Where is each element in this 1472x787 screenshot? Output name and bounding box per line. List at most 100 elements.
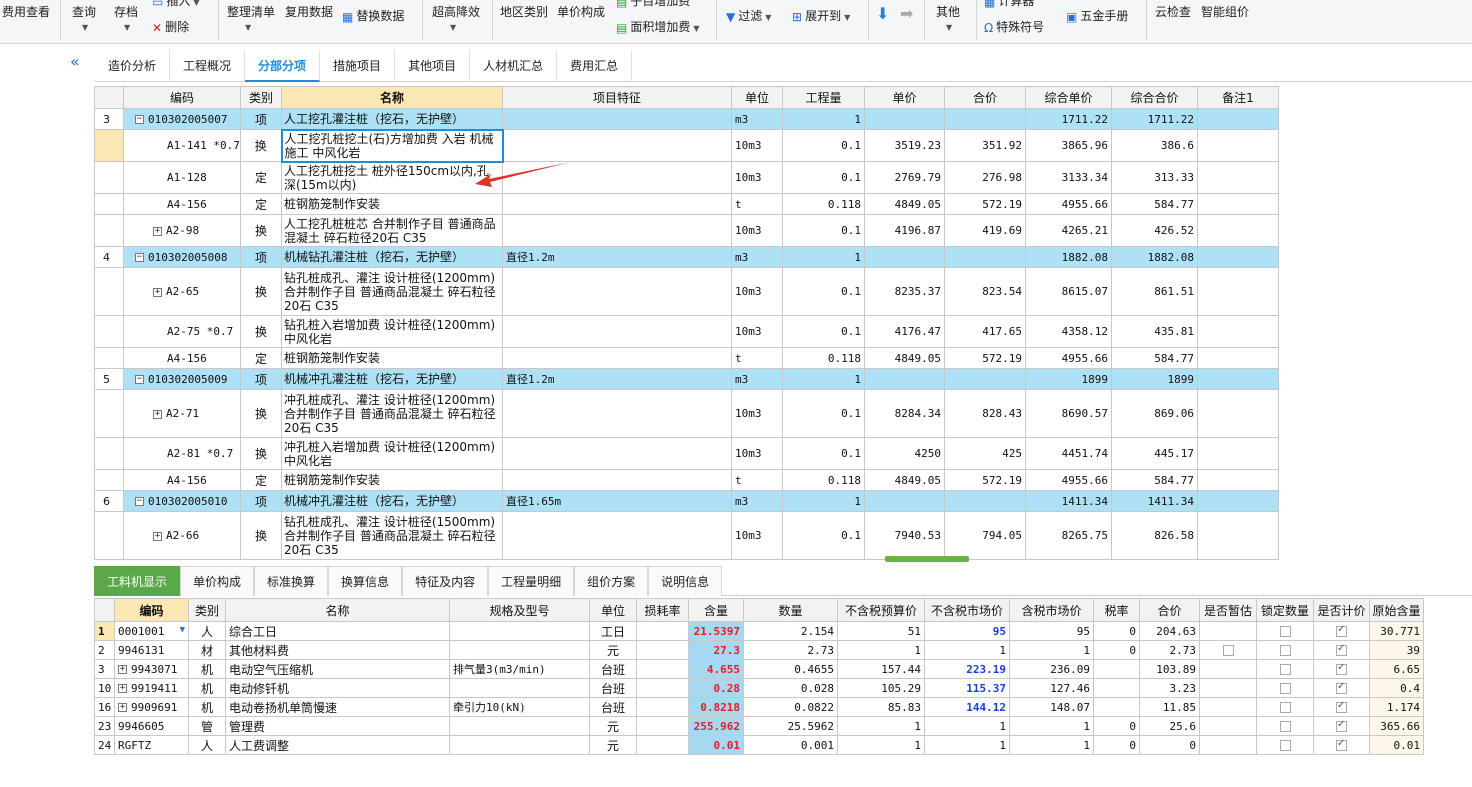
height-reduction-button[interactable]: 超高降效 ▼ xyxy=(432,5,480,35)
unit-price-composition-button[interactable]: 单价构成 xyxy=(557,5,605,19)
remark-cell[interactable] xyxy=(1197,368,1279,390)
feature-cell[interactable]: 直径1.2m xyxy=(502,246,732,268)
name-cell[interactable]: 钻孔桩入岩增加费 设计桩径(1200mm) 中风化岩 xyxy=(281,315,503,348)
quota-row[interactable]: A1-128 定人工挖孔桩挖土 桩外径150cm以内,孔深(15m以内) 10m3 0… xyxy=(94,161,1279,194)
bill-item-row[interactable]: 6−010302005010 项机械冲孔灌注桩（挖石，无护壁） 直径1.65m m3 1… xyxy=(94,490,1279,512)
spec-cell[interactable]: 牵引力10(kN) xyxy=(449,697,590,717)
tab-unit-price-composition[interactable]: 单价构成 xyxy=(180,566,255,596)
quantity-cell[interactable]: 0.118 xyxy=(782,469,865,491)
code-cell[interactable]: + A2-71 xyxy=(123,389,241,438)
quota-row[interactable]: A2-81 *0.7 换冲孔桩入岩增加费 设计桩径(1200mm) 中风化岩 10m… xyxy=(94,437,1279,470)
type-cell[interactable]: 人 xyxy=(188,735,226,755)
name-cell[interactable]: 人工挖孔桩挖土 桩外径150cm以内,孔深(15m以内) xyxy=(281,161,503,194)
composite-total-cell[interactable]: 1711.22 xyxy=(1111,108,1198,130)
estimate-cell[interactable] xyxy=(1199,621,1257,641)
lock-checkbox[interactable] xyxy=(1279,626,1291,637)
unit-cell[interactable]: t xyxy=(731,347,783,369)
fee-view-button[interactable]: 费用查看 xyxy=(2,5,50,19)
code-cell[interactable]: A4-156 xyxy=(123,347,241,369)
original-content-cell[interactable]: 0.4 xyxy=(1369,678,1424,698)
quota-row[interactable]: A4-156 定桩钢筋笼制作安装 t 0.118 4849.05 572.19 4955.6… xyxy=(94,469,1279,491)
resource-row[interactable]: 16 +9909691 机电动卷扬机单筒慢速 牵引力10(kN) 台班 0.8218 0.0… xyxy=(94,697,1424,717)
type-cell[interactable]: 定 xyxy=(240,161,282,194)
type-cell[interactable]: 项 xyxy=(240,368,282,390)
name-cell[interactable]: 人工挖孔桩挖土(石)方增加费 入岩 机械施工 中风化岩 xyxy=(280,128,504,163)
code-cell[interactable]: −010302005007 xyxy=(123,108,241,130)
type-cell[interactable]: 管 xyxy=(188,716,226,736)
market-price-cell[interactable]: 1 xyxy=(924,735,1010,755)
col-budget-price[interactable]: 不含税预算价 xyxy=(837,598,925,622)
quota-row[interactable]: A2-75 *0.7 换钻孔桩入岩增加费 设计桩径(1200mm) 中风化岩 10m… xyxy=(94,315,1279,348)
type-cell[interactable]: 换 xyxy=(240,389,282,438)
col-is-priced[interactable]: 是否计价 xyxy=(1313,598,1370,622)
quantity-cell[interactable]: 0.1 xyxy=(782,214,865,247)
estimate-cell[interactable] xyxy=(1199,678,1257,698)
col-type[interactable]: 类别 xyxy=(240,86,282,109)
total-cell[interactable]: 25.6 xyxy=(1139,716,1200,736)
row-index[interactable]: 10 xyxy=(94,678,115,698)
col-lock-quantity[interactable]: 锁定数量 xyxy=(1256,598,1314,622)
tab-pricing-scheme[interactable]: 组价方案 xyxy=(574,566,649,596)
original-content-cell[interactable]: 39 xyxy=(1369,640,1424,660)
type-cell[interactable]: 项 xyxy=(240,246,282,268)
row-index[interactable] xyxy=(94,389,124,438)
tax-market-price-cell[interactable]: 148.07 xyxy=(1009,697,1094,717)
row-index[interactable]: 3 xyxy=(94,659,115,679)
col-total[interactable]: 合价 xyxy=(1139,598,1200,622)
quantity-cell[interactable]: 0.1 xyxy=(782,315,865,348)
quantity-cell[interactable]: 0.1 xyxy=(782,511,865,560)
tab-labor-material-machine[interactable]: 工料机显示 xyxy=(94,566,181,596)
quota-row[interactable]: + A2-65 换钻孔桩成孔、灌注 设计桩径(1200mm) 合并制作子目 普通商品… xyxy=(94,267,1279,316)
row-index[interactable]: 16 xyxy=(94,697,115,717)
market-price-cell[interactable]: 95 xyxy=(924,621,1010,641)
name-cell[interactable]: 电动修钎机 xyxy=(225,678,450,698)
type-cell[interactable]: 换 xyxy=(240,315,282,348)
feature-cell[interactable] xyxy=(502,511,732,560)
tax-rate-cell[interactable]: 0 xyxy=(1093,735,1140,755)
col-spec[interactable]: 规格及型号 xyxy=(449,598,590,622)
original-content-cell[interactable]: 1.174 xyxy=(1369,697,1424,717)
remark-cell[interactable] xyxy=(1197,161,1279,194)
unit-cell[interactable]: m3 xyxy=(731,368,783,390)
budget-price-cell[interactable]: 1 xyxy=(837,716,925,736)
type-cell[interactable]: 定 xyxy=(240,347,282,369)
name-cell[interactable]: 桩钢筋笼制作安装 xyxy=(281,347,503,369)
spec-cell[interactable] xyxy=(449,716,590,736)
name-cell[interactable]: 钻孔桩成孔、灌注 设计桩径(1500mm) 合并制作子目 普通商品混凝土 碎石粒… xyxy=(281,511,503,560)
composite-unit-price-cell[interactable]: 4955.66 xyxy=(1025,347,1112,369)
col-is-estimate[interactable]: 是否暂估 xyxy=(1199,598,1257,622)
unit-cell[interactable]: m3 xyxy=(731,108,783,130)
tax-market-price-cell[interactable]: 1 xyxy=(1009,735,1094,755)
total-price-cell[interactable]: 572.19 xyxy=(944,193,1026,215)
tab-project-overview[interactable]: 工程概况 xyxy=(170,50,246,82)
composite-total-cell[interactable]: 826.58 xyxy=(1111,511,1198,560)
unit-cell[interactable]: t xyxy=(731,469,783,491)
lock-checkbox[interactable] xyxy=(1279,721,1291,732)
row-index[interactable] xyxy=(94,347,124,369)
composite-total-cell[interactable]: 869.06 xyxy=(1111,389,1198,438)
col-total-price[interactable]: 合价 xyxy=(944,86,1026,109)
composite-unit-price-cell[interactable]: 8265.75 xyxy=(1025,511,1112,560)
tax-market-price-cell[interactable]: 236.09 xyxy=(1009,659,1094,679)
feature-cell[interactable] xyxy=(502,214,732,247)
unit-cell[interactable]: m3 xyxy=(731,490,783,512)
unit-cell[interactable]: 10m3 xyxy=(731,161,783,194)
delete-button[interactable]: ✕ 删除 xyxy=(152,20,189,35)
priced-cell[interactable] xyxy=(1313,697,1370,717)
unit-price-cell[interactable]: 3519.23 xyxy=(864,129,945,162)
code-cell[interactable]: + A2-66 xyxy=(123,511,241,560)
tab-standard-conversion[interactable]: 标准换算 xyxy=(254,566,329,596)
tab-description[interactable]: 说明信息 xyxy=(648,566,723,596)
priced-cell[interactable] xyxy=(1313,659,1370,679)
composite-total-cell[interactable]: 386.6 xyxy=(1111,129,1198,162)
bill-item-row[interactable]: 4−010302005008 项机械钻孔灌注桩（挖石，无护壁） 直径1.2m m3 1 1… xyxy=(94,246,1279,268)
row-index[interactable] xyxy=(94,315,124,348)
name-cell[interactable]: 机械钻孔灌注桩（挖石，无护壁） xyxy=(281,246,503,268)
type-cell[interactable]: 换 xyxy=(240,511,282,560)
code-cell[interactable]: +9919411 xyxy=(114,678,189,698)
reuse-data-button[interactable]: 复用数据 xyxy=(285,5,333,19)
quota-row[interactable]: + A2-66 换钻孔桩成孔、灌注 设计桩径(1500mm) 合并制作子目 普通商品… xyxy=(94,511,1279,560)
feature-cell[interactable] xyxy=(502,267,732,316)
organize-list-button[interactable]: 整理清单 ▼ xyxy=(227,5,275,35)
row-index[interactable] xyxy=(94,437,124,470)
